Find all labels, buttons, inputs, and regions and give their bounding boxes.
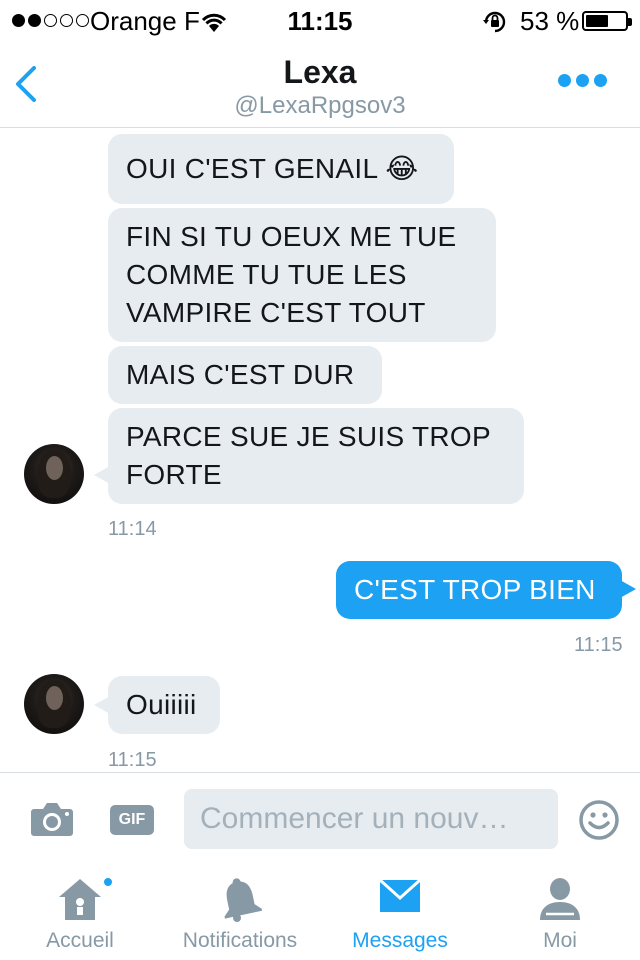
message-bubble-incoming[interactable]: FIN SI TU OEUX ME TUE COMME TU TUE LES V…: [108, 208, 496, 342]
message-text: OUI C'EST GENAIL 😂: [126, 153, 419, 184]
home-icon: [0, 876, 160, 922]
message-timestamp: 11:14: [108, 518, 157, 540]
tab-label: Moi: [543, 929, 577, 952]
message-text: C'EST TROP BIEN: [354, 574, 596, 605]
message-bubble-incoming[interactable]: PARCE SUE JE SUIS TROP FORTE: [108, 408, 524, 504]
message-timestamp: 11:15: [574, 634, 623, 656]
bubble-tail: [94, 466, 110, 484]
message-text-line: VAMPIRE C'EST TOUT: [126, 297, 426, 328]
gif-button[interactable]: GIF: [110, 805, 154, 835]
tab-messages[interactable]: Messages: [320, 862, 480, 960]
message-text-line: FORTE: [126, 459, 222, 490]
envelope-icon: [320, 876, 480, 916]
tab-notifications[interactable]: Notifications: [160, 862, 320, 960]
message-text-line: FIN SI TU OEUX ME TUE: [126, 221, 457, 252]
message-timestamp: 11:15: [108, 749, 157, 771]
message-bubble-incoming[interactable]: MAIS C'EST DUR: [108, 346, 382, 404]
tab-label: Notifications: [182, 929, 298, 952]
emoji-icon[interactable]: [578, 799, 620, 846]
tab-home[interactable]: Accueil: [0, 862, 160, 960]
avatar[interactable]: [24, 444, 84, 504]
message-input[interactable]: [184, 789, 558, 849]
tab-label: Messages: [352, 929, 448, 952]
message-bubble-incoming[interactable]: Ouiiiii: [108, 676, 220, 734]
tab-bar: Accueil Notifications Messages Moi: [0, 862, 640, 960]
battery-percentage: 53 %: [520, 6, 580, 36]
message-text-line: COMME TU TUE LES: [126, 259, 407, 290]
more-dots-icon[interactable]: [558, 74, 607, 87]
message-bubble-outgoing[interactable]: C'EST TROP BIEN: [336, 561, 622, 619]
avatar[interactable]: [24, 674, 84, 734]
tab-label: Accueil: [46, 929, 114, 952]
battery-icon: [582, 11, 632, 31]
message-text: Ouiiiii: [126, 689, 197, 720]
bubble-tail: [94, 696, 110, 714]
person-icon: [480, 876, 640, 922]
tab-me[interactable]: Moi: [480, 862, 640, 960]
conversation-header: Lexa @LexaRpgsov3: [0, 40, 640, 128]
contact-name[interactable]: Lexa: [0, 54, 640, 91]
contact-handle: @LexaRpgsov3: [234, 92, 406, 119]
bell-icon: [160, 876, 320, 922]
message-composer: GIF: [0, 772, 640, 862]
message-text: MAIS C'EST DUR: [126, 359, 355, 390]
bubble-tail: [620, 580, 636, 598]
message-text-line: PARCE SUE JE SUIS TROP: [126, 421, 491, 452]
message-bubble-incoming[interactable]: OUI C'EST GENAIL 😂: [108, 134, 454, 204]
rotation-lock-icon: [482, 10, 508, 39]
camera-icon[interactable]: [30, 801, 74, 842]
status-bar: Orange F 11:15 53 %: [0, 0, 640, 40]
home-badge: [102, 876, 114, 888]
